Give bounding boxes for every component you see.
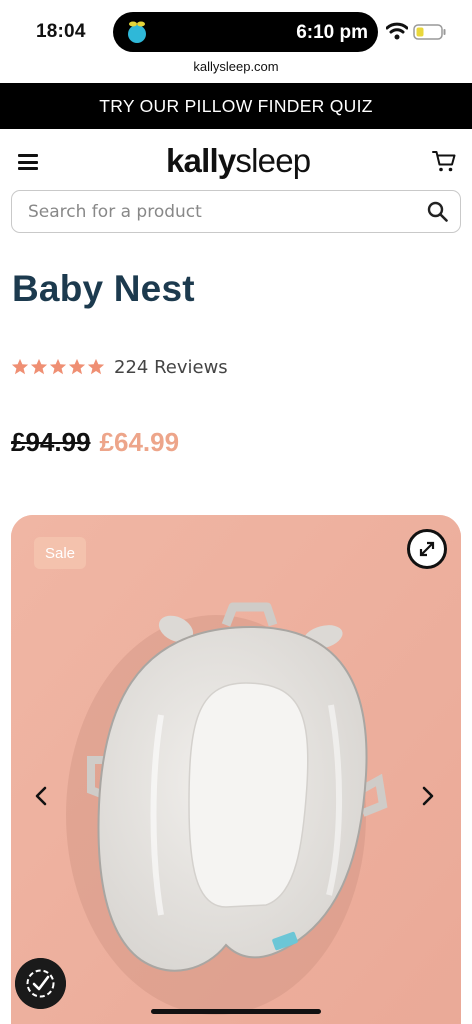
search-icon[interactable] — [427, 201, 448, 222]
wifi-icon — [386, 22, 408, 40]
chevron-right-icon[interactable] — [420, 785, 436, 807]
star-icon — [49, 358, 67, 375]
accessibility-icon[interactable] — [15, 958, 66, 1009]
sale-badge: Sale — [34, 537, 86, 569]
rating[interactable]: 224 Reviews — [11, 356, 228, 378]
star-icon — [30, 358, 48, 375]
search-input[interactable] — [28, 191, 408, 232]
home-indicator — [151, 1009, 321, 1014]
reviews-count[interactable]: 224 Reviews — [114, 357, 228, 378]
star-icon — [11, 358, 29, 375]
menu-icon[interactable] — [18, 154, 38, 170]
battery-icon — [413, 24, 446, 40]
product-gallery[interactable]: Sale — [11, 515, 461, 1024]
promo-text: TRY OUR PILLOW FINDER QUIZ — [99, 95, 373, 116]
site-header: kallysleep — [0, 129, 472, 189]
star-rating — [11, 358, 105, 376]
chevron-left-icon[interactable] — [33, 785, 49, 807]
app-icon — [128, 21, 146, 43]
status-bar: 18:04 6:10 pm kallysleep.com — [0, 0, 472, 74]
status-time: 18:04 — [36, 21, 86, 42]
product-image[interactable] — [11, 515, 461, 1024]
promo-banner[interactable]: TRY OUR PILLOW FINDER QUIZ — [0, 83, 472, 129]
star-icon — [87, 358, 105, 375]
dynamic-island: 6:10 pm — [113, 12, 378, 52]
product-title: Baby Nest — [12, 268, 195, 309]
search-box[interactable] — [11, 190, 461, 233]
island-time: 6:10 pm — [296, 22, 368, 43]
url-label[interactable]: kallysleep.com — [0, 59, 472, 74]
price-row: £94.99 £64.99 — [11, 427, 179, 458]
logo[interactable]: kallysleep — [166, 142, 311, 180]
original-price: £94.99 — [11, 427, 91, 457]
star-icon — [68, 358, 86, 375]
cart-icon[interactable] — [432, 149, 456, 173]
expand-icon[interactable] — [407, 529, 447, 569]
sale-price: £64.99 — [99, 427, 180, 457]
